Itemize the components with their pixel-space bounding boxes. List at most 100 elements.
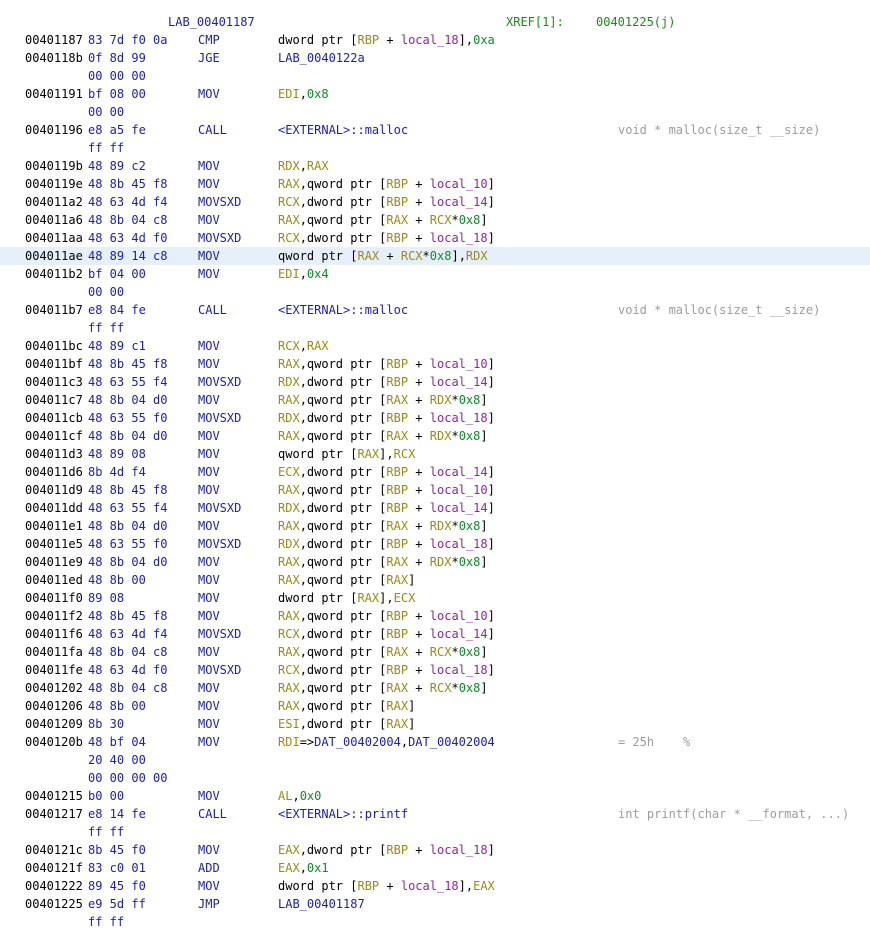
instruction-row[interactable]: 004011e9 48 8b 04 d0 MOV RAX,qword ptr [RAX… [0, 553, 870, 571]
instruction-address[interactable]: 00401225 [25, 895, 83, 913]
instruction-mnemonic[interactable]: MOVSXD [198, 409, 241, 427]
instruction-row[interactable]: 00401187 83 7d f0 0a CMP dword ptr [RBP + l… [0, 31, 870, 49]
local-variable-operand[interactable]: local_14 [430, 375, 488, 389]
local-variable-operand[interactable]: local_18 [430, 663, 488, 677]
instruction-mnemonic[interactable]: MOV [198, 157, 220, 175]
register-operand[interactable]: RBP [386, 501, 408, 515]
instruction-row[interactable]: 004011ae 48 89 14 c8 MOV qword ptr [RAX + R… [0, 247, 870, 265]
instruction-row[interactable]: 004011d9 48 8b 45 f8 MOV RAX,qword ptr [RBP… [0, 481, 870, 499]
instruction-mnemonic[interactable]: MOV [198, 787, 220, 805]
reference-operand[interactable]: LAB_0040122a [278, 51, 365, 65]
instruction-row[interactable]: 004011d3 48 89 08 MOV qword ptr [RAX],RCX [0, 445, 870, 463]
instruction-row[interactable]: 0040121c 8b 45 f0 MOV EAX,dword ptr [RBP + … [0, 841, 870, 859]
instruction-address[interactable]: 004011e9 [25, 553, 83, 571]
instruction-address[interactable]: 0040118b [25, 49, 83, 67]
instruction-mnemonic[interactable]: MOVSXD [198, 229, 241, 247]
register-operand[interactable]: RDX [278, 537, 300, 551]
register-operand[interactable]: RAX [357, 249, 379, 263]
local-variable-operand[interactable]: local_18 [430, 843, 488, 857]
instruction-mnemonic[interactable]: ADD [198, 859, 220, 877]
instruction-mnemonic[interactable]: JGE [198, 49, 220, 67]
instruction-address[interactable]: 004011fe [25, 661, 83, 679]
instruction-row[interactable]: 004011f2 48 8b 45 f8 MOV RAX,qword ptr [RBP… [0, 607, 870, 625]
local-variable-operand[interactable]: local_18 [401, 33, 459, 47]
register-operand[interactable]: RBP [386, 231, 408, 245]
instruction-continuation-row[interactable]: 00 00 [0, 283, 870, 301]
instruction-mnemonic[interactable]: MOV [198, 175, 220, 193]
instruction-row[interactable]: 004011f6 48 63 4d f4 MOVSXD RCX,dword ptr [… [0, 625, 870, 643]
instruction-mnemonic[interactable]: MOVSXD [198, 535, 241, 553]
instruction-mnemonic[interactable]: MOV [198, 463, 220, 481]
register-operand[interactable]: RBP [386, 609, 408, 623]
instruction-address[interactable]: 0040120b [25, 733, 83, 751]
register-operand[interactable]: RCX [278, 195, 300, 209]
instruction-row[interactable]: 00401209 8b 30 MOV ESI,dword ptr [RAX] [0, 715, 870, 733]
register-operand[interactable]: RDX [278, 159, 300, 173]
register-operand[interactable]: RBP [357, 33, 379, 47]
register-operand[interactable]: RBP [386, 411, 408, 425]
instruction-mnemonic[interactable]: MOV [198, 247, 220, 265]
instruction-continuation-row[interactable]: ff ff [0, 139, 870, 157]
instruction-row[interactable]: 00401215 b0 00 MOV AL,0x0 [0, 787, 870, 805]
instruction-mnemonic[interactable]: MOVSXD [198, 661, 241, 679]
register-operand[interactable]: RAX [278, 177, 300, 191]
instruction-address[interactable]: 004011b2 [25, 265, 83, 283]
register-operand[interactable]: RDX [430, 555, 452, 569]
register-operand[interactable]: RDI [278, 735, 300, 749]
instruction-row[interactable]: 004011e5 48 63 55 f0 MOVSXD RDX,dword ptr [… [0, 535, 870, 553]
instruction-mnemonic[interactable]: CALL [198, 121, 227, 139]
instruction-address[interactable]: 00401196 [25, 121, 83, 139]
instruction-mnemonic[interactable]: MOV [198, 517, 220, 535]
register-operand[interactable]: RAX [386, 717, 408, 731]
reference-operand[interactable]: <EXTERNAL>::printf [278, 807, 408, 821]
reference-operand[interactable]: DAT_00402004 [408, 735, 495, 749]
instruction-address[interactable]: 00401187 [25, 31, 83, 49]
local-variable-operand[interactable]: local_10 [430, 609, 488, 623]
instruction-address[interactable]: 00401191 [25, 85, 83, 103]
local-variable-operand[interactable]: local_18 [401, 879, 459, 893]
register-operand[interactable]: RBP [386, 195, 408, 209]
register-operand[interactable]: RAX [307, 339, 329, 353]
instruction-address[interactable]: 00401215 [25, 787, 83, 805]
instruction-row[interactable]: 00401222 89 45 f0 MOV dword ptr [RBP + loca… [0, 877, 870, 895]
instruction-mnemonic[interactable]: MOVSXD [198, 193, 241, 211]
register-operand[interactable]: RCX [278, 339, 300, 353]
instruction-row[interactable]: 004011f0 89 08 MOV dword ptr [RAX],ECX [0, 589, 870, 607]
instruction-mnemonic[interactable]: MOV [198, 211, 220, 229]
instruction-row[interactable]: 004011c7 48 8b 04 d0 MOV RAX,qword ptr [RAX… [0, 391, 870, 409]
immediate-operand[interactable]: 0x1 [307, 861, 329, 875]
instruction-row[interactable]: 004011a6 48 8b 04 c8 MOV RAX,qword ptr [RAX… [0, 211, 870, 229]
instruction-row[interactable]: 004011cf 48 8b 04 d0 MOV RAX,qword ptr [RAX… [0, 427, 870, 445]
instruction-address[interactable]: 004011f0 [25, 589, 83, 607]
instruction-mnemonic[interactable]: MOV [198, 337, 220, 355]
instruction-address[interactable]: 004011ed [25, 571, 83, 589]
register-operand[interactable]: RAX [278, 519, 300, 533]
register-operand[interactable]: EAX [278, 843, 300, 857]
immediate-operand[interactable]: 0x8 [430, 249, 452, 263]
register-operand[interactable]: RAX [386, 393, 408, 407]
instruction-row[interactable]: 004011b7 e8 84 fe CALL <EXTERNAL>::malloc vo… [0, 301, 870, 319]
instruction-continuation-row[interactable]: ff ff [0, 319, 870, 337]
instruction-continuation-row[interactable]: 00 00 00 [0, 67, 870, 85]
immediate-operand[interactable]: 0xa [473, 33, 495, 47]
instruction-row[interactable]: 004011e1 48 8b 04 d0 MOV RAX,qword ptr [RAX… [0, 517, 870, 535]
instruction-mnemonic[interactable]: MOV [198, 427, 220, 445]
register-operand[interactable]: RAX [386, 429, 408, 443]
instruction-row[interactable]: 004011bf 48 8b 45 f8 MOV RAX,qword ptr [RBP… [0, 355, 870, 373]
instruction-row[interactable]: 0040121f 83 c0 01 ADD EAX,0x1 [0, 859, 870, 877]
instruction-mnemonic[interactable]: MOV [198, 697, 220, 715]
instruction-row[interactable]: 00401196 e8 a5 fe CALL <EXTERNAL>::malloc vo… [0, 121, 870, 139]
local-variable-operand[interactable]: local_10 [430, 177, 488, 191]
immediate-operand[interactable]: 0x8 [459, 393, 481, 407]
register-operand[interactable]: RDX [430, 519, 452, 533]
instruction-row[interactable]: 004011bc 48 89 c1 MOV RCX,RAX [0, 337, 870, 355]
instruction-continuation-row[interactable]: ff ff [0, 823, 870, 841]
register-operand[interactable]: RDX [466, 249, 488, 263]
instruction-mnemonic[interactable]: MOV [198, 553, 220, 571]
immediate-operand[interactable]: 0x0 [300, 789, 322, 803]
instruction-address[interactable]: 004011d6 [25, 463, 83, 481]
instruction-continuation-row[interactable]: 00 00 [0, 103, 870, 121]
register-operand[interactable]: RAX [278, 555, 300, 569]
immediate-operand[interactable]: 0x8 [459, 519, 481, 533]
instruction-address[interactable]: 0040119e [25, 175, 83, 193]
